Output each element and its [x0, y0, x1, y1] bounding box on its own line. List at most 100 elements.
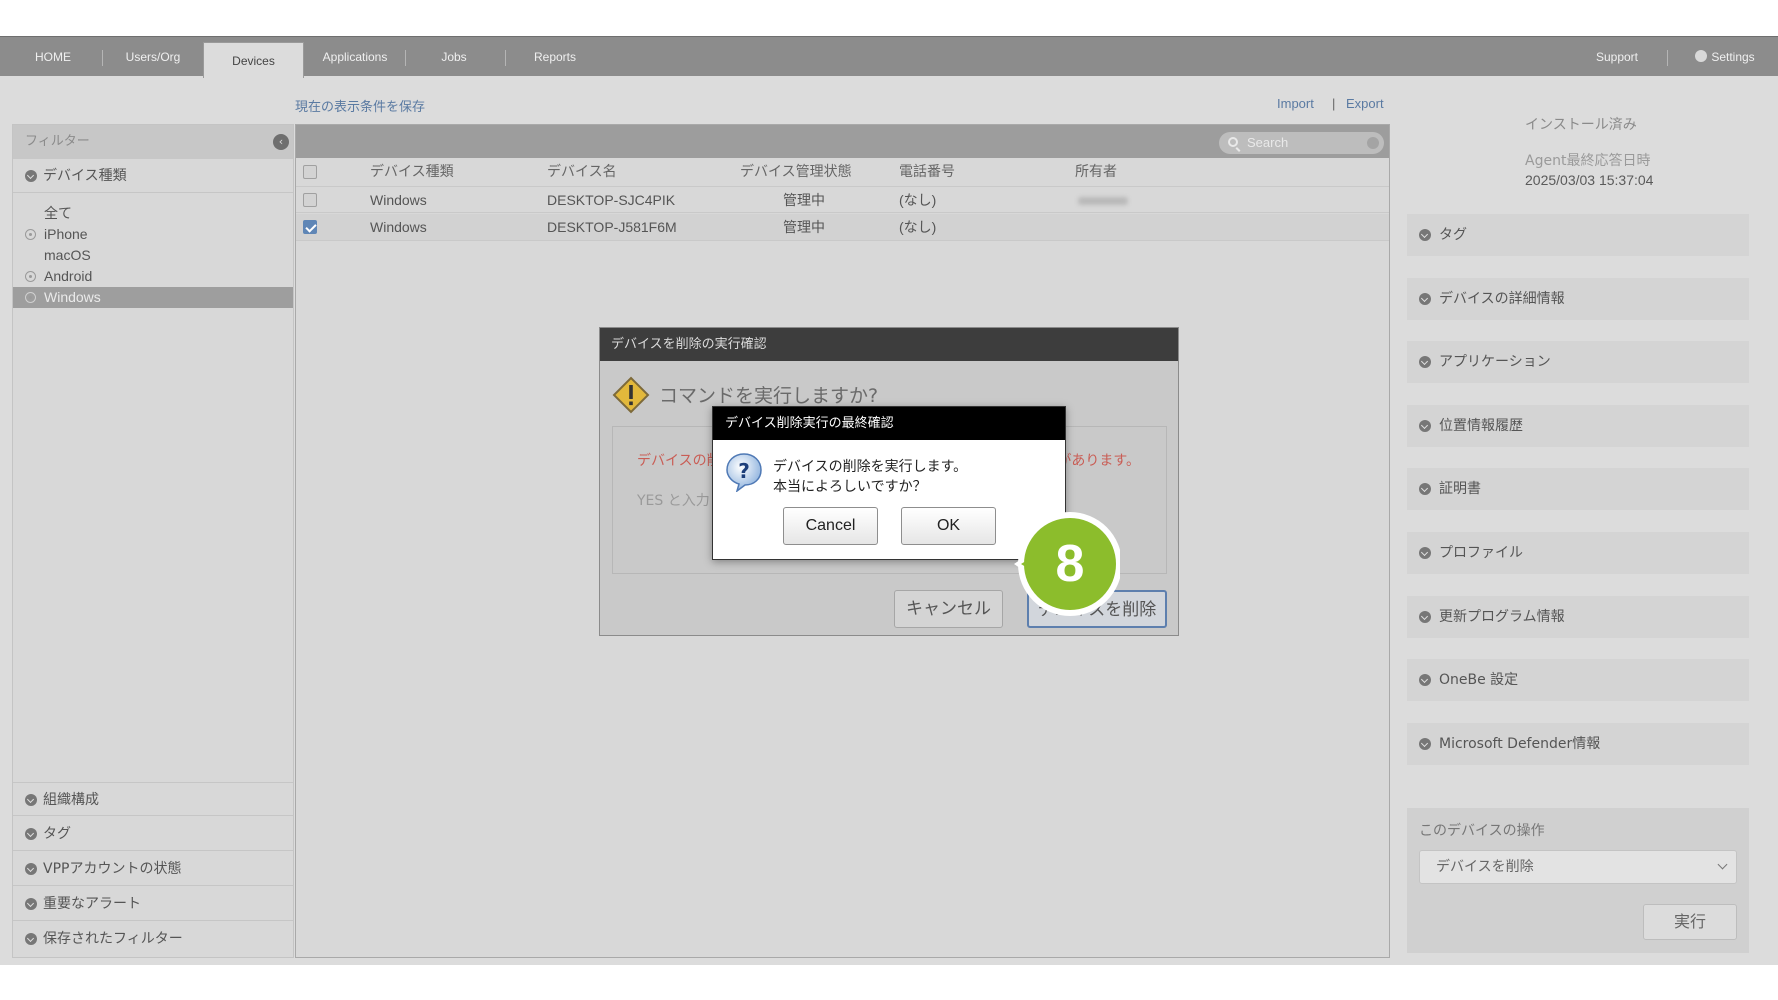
cell-status: 管理中 [783, 219, 825, 235]
section-label: デバイスの詳細情報 [1439, 291, 1565, 307]
clear-search-icon[interactable] [1367, 137, 1379, 149]
column-header-type[interactable]: デバイス種類 [370, 158, 454, 186]
sidebar-section-saved-filters[interactable]: 保存されたフィルター [13, 922, 293, 956]
section-applications[interactable]: アプリケーション [1407, 341, 1749, 383]
question-icon: ? [726, 453, 762, 492]
device-detail-panel: インストール済み Agent最終応答日時 2025/03/03 15:37:04… [1407, 116, 1749, 958]
cell-type: Windows [370, 219, 427, 235]
section-device-details[interactable]: デバイスの詳細情報 [1407, 278, 1749, 320]
section-tag[interactable]: タグ [1407, 214, 1749, 256]
ok-button[interactable]: OK [901, 507, 996, 545]
confirm-line-2: 本当によろしいですか？ [773, 479, 927, 495]
table-row[interactable]: Windows DESKTOP-J581F6M 管理中 (なし) [296, 214, 1389, 241]
dialog-title: デバイスを削除の実行確認 [600, 328, 1178, 361]
link-separator: | [1332, 96, 1336, 111]
owner-redacted [1078, 197, 1128, 205]
run-button[interactable]: 実行 [1643, 904, 1737, 940]
gear-icon [1695, 50, 1708, 62]
chevron-down-icon [25, 863, 37, 875]
tab-users-org[interactable]: Users/Org [112, 37, 194, 77]
operations-label: このデバイスの操作 [1419, 822, 1545, 838]
chevron-down-icon [1419, 738, 1431, 750]
section-label: タグ [1439, 227, 1467, 243]
device-type-section[interactable]: デバイス種類 [13, 159, 293, 193]
section-label: 証明書 [1439, 481, 1481, 497]
filter-header-label: フィルター [25, 134, 90, 149]
sidebar-section-org[interactable]: 組織構成 [13, 782, 293, 816]
tab-reports[interactable]: Reports [520, 37, 590, 77]
settings-label: Settings [1711, 50, 1755, 64]
section-onebe-settings[interactable]: OneBe 設定 [1407, 659, 1749, 701]
filter-item-macos[interactable]: macOS [13, 245, 293, 266]
cell-phone: (なし) [899, 219, 937, 235]
chevron-down-icon [1419, 356, 1431, 368]
chevron-down-icon [1419, 547, 1431, 559]
device-type-label: デバイス種類 [43, 168, 127, 184]
tab-applications[interactable]: Applications [312, 37, 398, 77]
cell-type: Windows [370, 192, 427, 208]
cell-name: DESKTOP-SJC4PIK [547, 192, 676, 208]
final-cancel-button[interactable]: Cancel [783, 507, 878, 545]
chevron-down-icon [25, 828, 37, 840]
section-updates[interactable]: 更新プログラム情報 [1407, 596, 1749, 638]
chevron-down-icon [1717, 859, 1728, 870]
settings-link[interactable]: Settings [1680, 37, 1770, 77]
section-label: 保存されたフィルター [43, 931, 183, 947]
column-header-owner[interactable]: 所有者 [1075, 158, 1117, 186]
nav-divider [505, 50, 506, 66]
collapse-sidebar-icon[interactable]: ‹ [273, 134, 289, 150]
column-header-name[interactable]: デバイス名 [547, 158, 617, 186]
save-view-link[interactable]: 現在の表示条件を保存 [295, 96, 425, 115]
filter-item-iphone[interactable]: iPhone [13, 224, 293, 245]
search-input[interactable]: Search [1219, 132, 1384, 154]
sidebar-section-vpp[interactable]: VPPアカウントの状態 [13, 852, 293, 886]
select-all-checkbox[interactable] [303, 165, 317, 179]
tab-home[interactable]: HOME [14, 37, 92, 77]
expand-icon [25, 292, 36, 303]
cell-phone: (なし) [899, 192, 937, 208]
search-placeholder: Search [1247, 135, 1289, 150]
filter-item-windows[interactable]: Windows [13, 287, 293, 308]
section-label: VPPアカウントの状態 [43, 861, 182, 877]
table-toolbar: Search [296, 125, 1389, 158]
chevron-down-icon [25, 933, 37, 945]
chevron-down-icon [1419, 229, 1431, 241]
agent-response-value: 2025/03/03 15:37:04 [1525, 172, 1654, 188]
section-defender[interactable]: Microsoft Defender情報 [1407, 723, 1749, 765]
operation-select[interactable]: デバイスを削除 [1419, 850, 1737, 884]
chevron-down-icon [25, 170, 37, 182]
section-profiles[interactable]: プロファイル [1407, 532, 1749, 574]
section-label: 組織構成 [43, 792, 99, 808]
table-row[interactable]: Windows DESKTOP-SJC4PIK 管理中 (なし) [296, 186, 1389, 213]
chevron-down-icon [25, 898, 37, 910]
tab-devices[interactable]: Devices [203, 42, 304, 78]
section-label: プロファイル [1439, 545, 1523, 561]
cancel-button[interactable]: キャンセル [894, 590, 1003, 628]
filter-item-all[interactable]: 全て [13, 203, 293, 224]
warning-text-right: があります。 [1057, 453, 1140, 469]
section-label: OneBe 設定 [1439, 672, 1519, 688]
filter-item-label: Windows [44, 289, 101, 305]
column-header-status[interactable]: デバイス管理状態 [740, 158, 852, 186]
section-label: Microsoft Defender情報 [1439, 736, 1601, 752]
sidebar-section-tag[interactable]: タグ [13, 817, 293, 851]
column-header-phone[interactable]: 電話番号 [899, 158, 955, 186]
import-link[interactable]: Import [1277, 96, 1314, 111]
export-link[interactable]: Export [1346, 96, 1384, 111]
row-checkbox[interactable] [303, 193, 317, 207]
dialog-heading: コマンドを実行しますか? [659, 385, 879, 407]
sidebar-section-alerts[interactable]: 重要なアラート [13, 887, 293, 921]
section-certificates[interactable]: 証明書 [1407, 468, 1749, 510]
tab-jobs[interactable]: Jobs [418, 37, 490, 77]
nav-divider [405, 50, 406, 66]
filter-item-android[interactable]: Android [13, 266, 293, 287]
support-link[interactable]: Support [1582, 37, 1652, 77]
confirm-message: デバイスの削除を実行します。 本当によろしいですか？ [773, 457, 967, 497]
step-number: 8 [1055, 535, 1085, 593]
section-location-history[interactable]: 位置情報履歴 [1407, 405, 1749, 447]
agent-response-label: Agent最終応答日時 [1525, 153, 1651, 169]
top-navigation: HOME Users/Org Devices Applications Jobs… [0, 36, 1778, 78]
nav-divider [1667, 50, 1668, 66]
chevron-down-icon [1419, 611, 1431, 623]
row-checkbox[interactable] [303, 220, 317, 234]
